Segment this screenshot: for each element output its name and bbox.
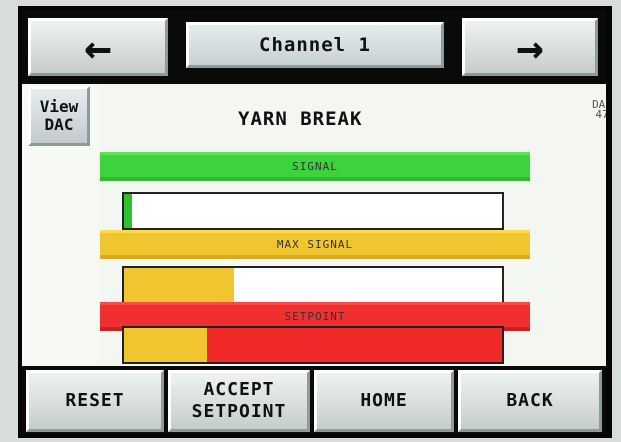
back-button[interactable]: BACK bbox=[458, 370, 602, 432]
home-button[interactable]: HOME bbox=[314, 370, 454, 432]
view-dac-button[interactable]: View DAC bbox=[28, 86, 90, 146]
dac-tag: DAC 47 bbox=[582, 99, 606, 121]
back-label: BACK bbox=[506, 390, 554, 411]
bottom-bar: RESET ACCEPT SETPOINT HOME BACK bbox=[22, 366, 606, 434]
top-bar: ← Channel 1 → bbox=[22, 10, 606, 84]
setpoint-bar[interactable] bbox=[122, 326, 504, 364]
arrow-left-icon: ← bbox=[84, 20, 112, 74]
dac-tag-value: 47 bbox=[595, 108, 606, 121]
signal-band: SIGNAL bbox=[100, 152, 530, 181]
accept-setpoint-button[interactable]: ACCEPT SETPOINT bbox=[168, 370, 310, 432]
setpoint-yellow-fill bbox=[124, 328, 208, 362]
max-signal-bar bbox=[122, 266, 504, 304]
max-signal-band: MAX SIGNAL bbox=[100, 230, 530, 259]
max-signal-label: MAX SIGNAL bbox=[276, 237, 354, 251]
signal-bar bbox=[122, 192, 504, 230]
signal-label: SIGNAL bbox=[292, 159, 338, 173]
signal-fill bbox=[124, 194, 132, 228]
view-dac-label: View DAC bbox=[39, 97, 79, 134]
accept-setpoint-label: ACCEPT SETPOINT bbox=[192, 379, 287, 423]
hmi-screen: ← Channel 1 → View DAC YARN BREAK DAC 47… bbox=[22, 10, 606, 434]
previous-channel-button[interactable]: ← bbox=[28, 18, 168, 76]
yarn-break-panel: YARN BREAK DAC 47 SIGNAL MAX SIGNAL SETP… bbox=[98, 84, 606, 366]
page-title: YARN BREAK bbox=[238, 108, 363, 130]
max-signal-fill bbox=[124, 268, 234, 302]
channel-title: Channel 1 bbox=[186, 22, 444, 68]
home-label: HOME bbox=[360, 390, 408, 411]
reset-button[interactable]: RESET bbox=[26, 370, 164, 432]
next-channel-button[interactable]: → bbox=[462, 18, 598, 76]
accept-label-line1: ACCEPT bbox=[203, 379, 275, 400]
accept-label-line2: SETPOINT bbox=[191, 401, 287, 422]
arrow-right-icon: → bbox=[516, 20, 544, 74]
setpoint-label: SETPOINT bbox=[284, 309, 346, 323]
reset-label: RESET bbox=[65, 390, 125, 411]
